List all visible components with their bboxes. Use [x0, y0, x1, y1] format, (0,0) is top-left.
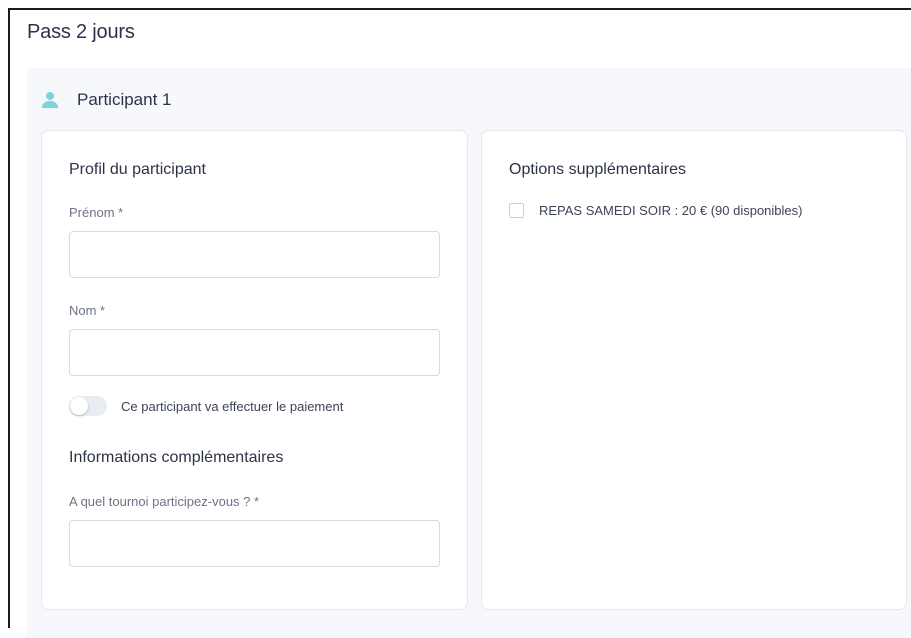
person-icon [41, 91, 59, 109]
tournament-input[interactable] [69, 520, 440, 567]
payer-toggle[interactable] [69, 396, 107, 416]
payer-toggle-row: Ce participant va effectuer le paiement [69, 396, 343, 416]
option-label: REPAS SAMEDI SOIR : 20 € (90 disponibles… [539, 203, 803, 218]
option-checkbox[interactable] [509, 203, 524, 218]
last-name-label: Nom * [69, 303, 106, 318]
participant-title: Participant 1 [77, 90, 172, 109]
payer-toggle-label: Ce participant va effectuer le paiement [121, 398, 344, 414]
profile-title: Profil du participant [69, 161, 206, 178]
first-name-input[interactable] [69, 231, 440, 278]
additional-info-title: Informations complémentaires [69, 449, 284, 466]
option-item[interactable]: REPAS SAMEDI SOIR : 20 € (90 disponibles… [509, 203, 802, 218]
last-name-input[interactable] [69, 329, 440, 376]
participant-header: Participant 1 [41, 90, 172, 110]
toggle-knob [70, 397, 88, 415]
page-title: Pass 2 jours [27, 21, 135, 43]
participant-section: Participant 1 Profil du participant Prén… [27, 68, 911, 638]
tournament-label: A quel tournoi participez-vous ? * [69, 494, 260, 509]
profile-card: Profil du participant Prénom * Nom * Ce … [41, 130, 468, 610]
options-title: Options supplémentaires [509, 161, 686, 178]
first-name-label: Prénom * [69, 205, 124, 220]
options-card: Options supplémentaires REPAS SAMEDI SOI… [481, 130, 907, 610]
window-frame: Pass 2 jours Participant 1 Profil du par… [8, 8, 911, 638]
